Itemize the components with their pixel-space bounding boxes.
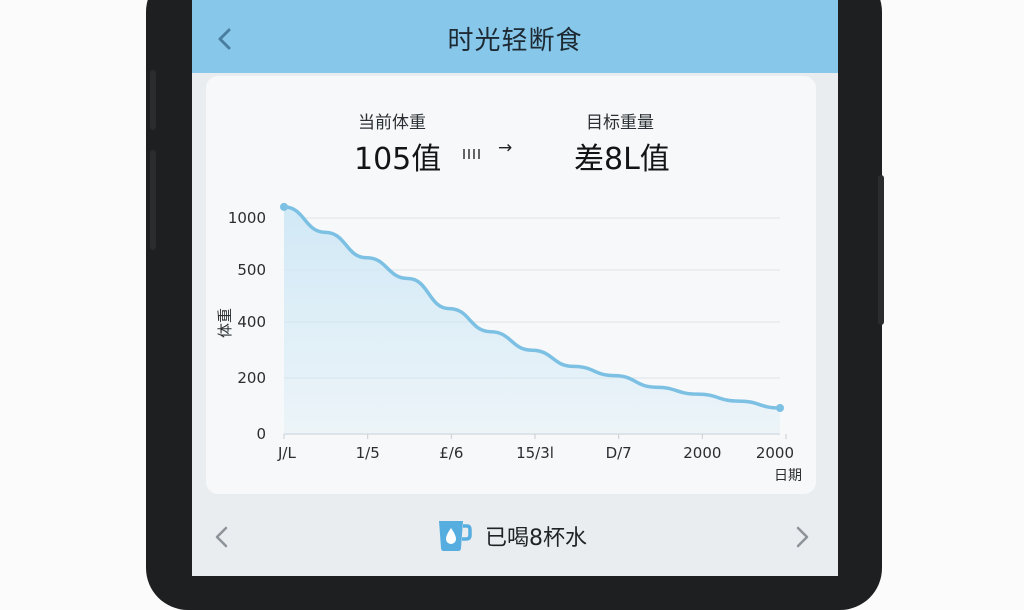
y-tick-label: 500 — [237, 261, 266, 279]
phone-side-button — [150, 150, 156, 250]
y-axis-label: 体重 — [216, 308, 234, 338]
next-chevron-icon[interactable] — [792, 522, 812, 552]
x-tick-label: J/L — [277, 444, 296, 462]
x-tick-label: 2000 — [683, 444, 721, 462]
app-header: 时光轻断食 — [192, 0, 838, 73]
x-tick-label: 2000 — [756, 444, 794, 462]
y-tick-label: 1000 — [228, 209, 266, 227]
x-tick-label: 15/3l — [516, 444, 554, 462]
series-area — [284, 206, 780, 434]
bottom-bar: 已喝8杯水 — [192, 500, 838, 576]
weight-trend-chart: 10005004002000J/L 1/5 £/6 15/3l D/7 2000 2000体… — [216, 202, 802, 484]
y-tick-label: 200 — [237, 369, 266, 387]
x-tick-label: 1/5 — [356, 444, 380, 462]
x-axis-label: 日期 — [774, 468, 802, 484]
series-end-point — [776, 404, 784, 412]
app-screen: 时光轻断食 当前体重 105值 → 目标重量 差8L值 1000 500 400 20… — [192, 0, 838, 576]
y-tick-label: 0 — [256, 425, 266, 443]
x-tick-label: £/6 — [439, 444, 463, 462]
x-tick-label: D/7 — [606, 444, 632, 462]
y-tick-label: 400 — [237, 313, 266, 331]
water-count-text: 已喝8杯水 — [485, 526, 587, 551]
progress-card: 当前体重 105值 → 目标重量 差8L值 1000 500 400 200 0 J/L 1… — [206, 76, 816, 494]
phone-side-button — [878, 175, 884, 325]
phone-side-button — [150, 70, 156, 130]
water-cup-icon — [439, 521, 472, 551]
prev-chevron-icon[interactable] — [212, 522, 232, 552]
app-title: 时光轻断食 — [447, 26, 583, 56]
series-start-point — [280, 202, 288, 211]
